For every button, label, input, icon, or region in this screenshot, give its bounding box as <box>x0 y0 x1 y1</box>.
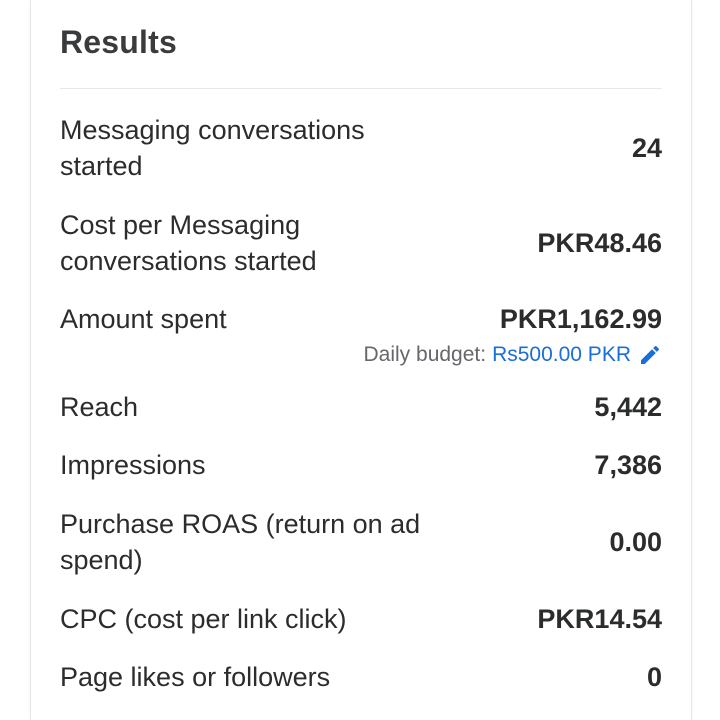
metric-row-page-likes: Page likes or followers 0 <box>60 659 662 695</box>
metric-label: Impressions <box>60 450 206 480</box>
metric-value: PKR14.54 <box>537 604 662 634</box>
metric-value: 0 <box>646 662 662 692</box>
metric-row-amount-spent: Amount spent PKR1,162.99 Daily budget: R… <box>60 301 662 373</box>
results-title: Results <box>60 24 177 60</box>
results-card: Results Messaging conversations started … <box>30 0 692 720</box>
metric-row-reach: Reach 5,442 <box>60 389 662 425</box>
daily-budget: Daily budget: Rs500.00 PKR <box>364 341 663 369</box>
metric-value: 0.00 <box>609 527 662 557</box>
daily-budget-label: Daily budget: <box>363 343 487 366</box>
metric-label: Cost per Messaging conversations started <box>60 210 317 276</box>
metric-row-cpc: CPC (cost per link click) PKR14.54 <box>60 601 662 637</box>
metric-value: 7,386 <box>594 450 662 480</box>
metric-value: PKR1,162.99 <box>499 304 662 334</box>
metric-label: Page likes or followers <box>60 662 331 692</box>
metric-row-impressions: Impressions 7,386 <box>60 447 662 483</box>
metric-value: 24 <box>631 133 662 163</box>
daily-budget-link[interactable]: Rs500.00 PKR <box>492 341 631 369</box>
metric-label: CPC (cost per link click) <box>60 604 347 634</box>
metric-value: 5,442 <box>594 392 662 422</box>
metric-label: Reach <box>60 392 139 422</box>
metric-label: Purchase ROAS (return on ad spend) <box>60 509 421 575</box>
metric-label: Amount spent <box>60 304 227 334</box>
pencil-icon[interactable] <box>638 343 662 367</box>
metric-row-purchase-roas: Purchase ROAS (return on ad spend) 0.00 <box>60 506 662 578</box>
metric-value: PKR48.46 <box>537 228 662 258</box>
metric-row-cost-per-messaging: Cost per Messaging conversations started… <box>60 207 662 279</box>
title-divider <box>60 88 662 89</box>
results-screen: Results Messaging conversations started … <box>0 0 720 720</box>
metric-label: Messaging conversations started <box>60 115 365 181</box>
metric-row-messaging-conversations: Messaging conversations started 24 <box>60 112 662 184</box>
